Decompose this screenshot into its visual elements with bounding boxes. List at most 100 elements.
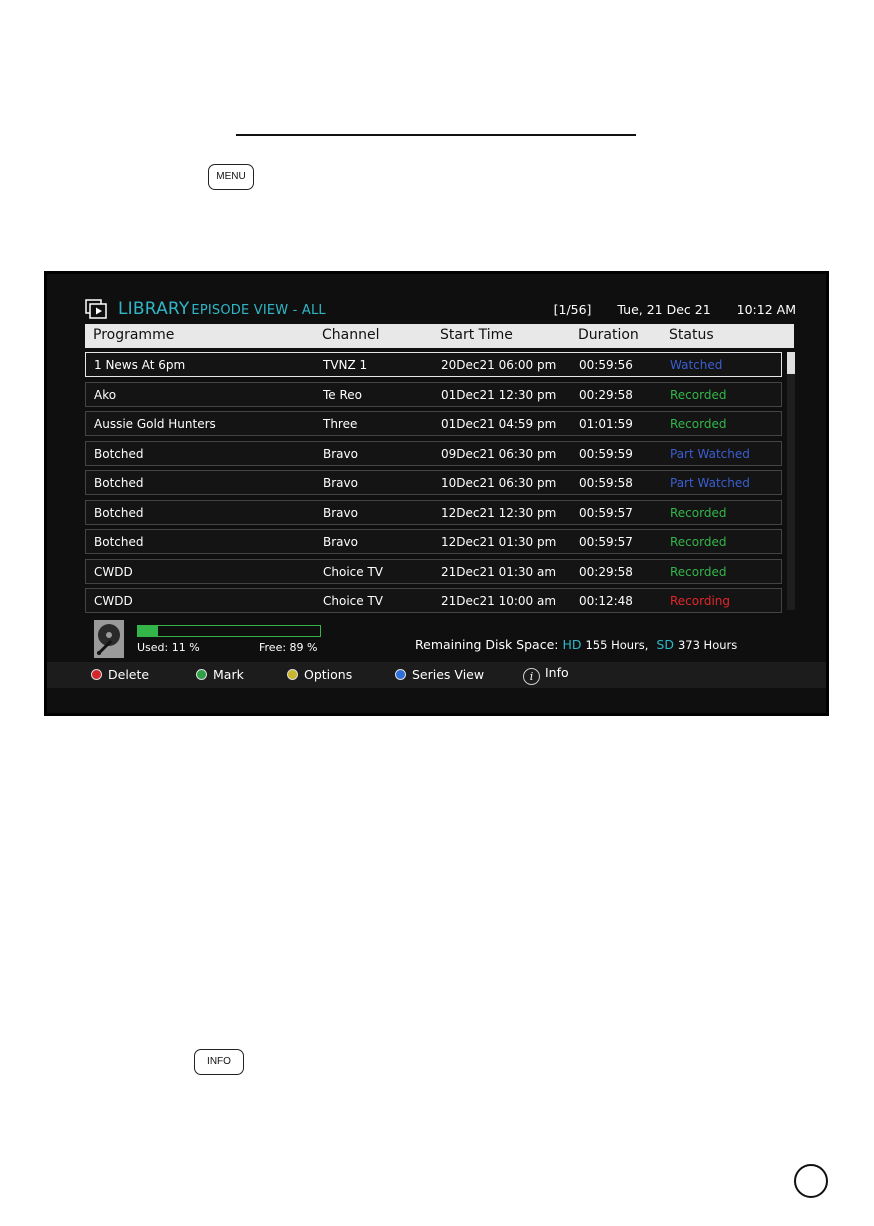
table-row[interactable]: Botched Bravo 10Dec21 06:30 pm 00:59:58 … — [85, 470, 782, 495]
row-channel: Bravo — [323, 535, 358, 549]
table-row[interactable]: 1 News At 6pm TVNZ 1 20Dec21 06:00 pm 00… — [85, 352, 782, 377]
library-title-text: LIBRARY — [118, 299, 190, 319]
row-status: Part Watched — [670, 476, 750, 490]
options-label: Options — [304, 667, 353, 682]
row-duration: 00:59:57 — [579, 505, 633, 520]
blue-button-icon — [395, 669, 406, 680]
row-start: 12Dec21 01:30 pm — [441, 535, 557, 549]
library-title: LIBRARY EPISODE VIEW - ALL — [118, 299, 326, 319]
options-action[interactable]: Options — [287, 667, 352, 682]
disk-used-label: Used: 11 % — [137, 641, 200, 654]
info-icon: i — [523, 668, 540, 685]
delete-action[interactable]: Delete — [91, 667, 149, 682]
screen-header: LIBRARY EPISODE VIEW - ALL [1/56] Tue, 21… — [85, 299, 796, 321]
col-status: Status — [669, 327, 714, 343]
row-programme: Botched — [94, 535, 144, 549]
row-start: 01Dec21 12:30 pm — [441, 387, 557, 402]
col-channel: Channel — [322, 327, 380, 343]
row-programme: Botched — [94, 476, 144, 490]
col-start-time: Start Time — [440, 327, 513, 343]
delete-label: Delete — [108, 667, 150, 682]
row-duration: 00:29:58 — [579, 564, 633, 579]
row-channel: Bravo — [323, 505, 358, 520]
row-programme: CWDD — [94, 594, 133, 608]
row-duration: 01:01:59 — [579, 417, 633, 431]
red-button-icon — [91, 669, 102, 680]
row-duration: 00:59:59 — [579, 446, 633, 461]
row-start: 21Dec21 10:00 am — [441, 594, 557, 608]
disk-free-label: Free: 89 % — [259, 641, 318, 654]
row-programme: Botched — [94, 505, 144, 520]
row-channel: Choice TV — [323, 564, 383, 579]
info-key-button: INFO — [194, 1049, 244, 1075]
sd-tag: SD — [656, 637, 674, 652]
tv-screen: LIBRARY EPISODE VIEW - ALL [1/56] Tue, 21… — [44, 271, 829, 716]
hd-value: 155 Hours, — [585, 638, 649, 652]
row-start: 10Dec21 06:30 pm — [441, 476, 557, 490]
series-view-action[interactable]: Series View — [395, 667, 484, 682]
row-status: Recording — [670, 594, 731, 608]
row-duration: 00:59:58 — [579, 476, 633, 490]
green-button-icon — [196, 669, 207, 680]
menu-key-button: MENU — [208, 164, 254, 190]
remaining-label: Remaining Disk Space: — [415, 637, 559, 652]
row-start: 09Dec21 06:30 pm — [441, 446, 557, 461]
scroll-thumb[interactable] — [787, 352, 795, 374]
table-row[interactable]: CWDD Choice TV 21Dec21 01:30 am 00:29:58… — [85, 558, 782, 584]
mark-action[interactable]: Mark — [196, 667, 244, 682]
list-scrollbar[interactable] — [787, 352, 795, 610]
disk-usage-bar — [137, 625, 321, 637]
disk-usage-fill — [138, 626, 159, 636]
row-programme: Botched — [94, 446, 144, 461]
hd-tag: HD — [562, 637, 582, 652]
table-row[interactable]: Aussie Gold Hunters Three 01Dec21 04:59 … — [85, 411, 782, 436]
row-channel: Choice TV — [323, 594, 383, 608]
page-number-circle — [794, 1164, 828, 1198]
table-row[interactable]: Botched Bravo 09Dec21 06:30 pm 00:59:59 … — [85, 440, 782, 466]
table-row[interactable]: Botched Bravo 12Dec21 01:30 pm 00:59:57 … — [85, 529, 782, 554]
row-status: Recorded — [670, 387, 727, 402]
header-info: [1/56] Tue, 21 Dec 21 10:12 AM — [532, 302, 796, 317]
document-divider — [236, 134, 636, 136]
yellow-button-icon — [287, 669, 298, 680]
row-duration: 00:59:56 — [579, 358, 633, 372]
series-view-label: Series View — [412, 667, 485, 682]
row-start: 01Dec21 04:59 pm — [441, 417, 557, 431]
row-programme: Aussie Gold Hunters — [94, 417, 216, 431]
row-status: Recorded — [670, 535, 727, 549]
hard-disk-icon — [94, 620, 124, 658]
table-row[interactable]: Ako Te Reo 01Dec21 12:30 pm 00:29:58 Rec… — [85, 381, 782, 407]
row-programme: CWDD — [94, 564, 133, 579]
table-row[interactable]: Botched Bravo 12Dec21 12:30 pm 00:59:57 … — [85, 499, 782, 525]
row-status: Recorded — [670, 417, 727, 431]
action-footer: Delete Mark Options Series View i Info — [47, 662, 826, 688]
library-icon — [85, 299, 107, 319]
row-start: 12Dec21 12:30 pm — [441, 505, 557, 520]
row-programme: Ako — [94, 387, 117, 402]
row-channel: TVNZ 1 — [323, 358, 368, 372]
row-channel: Bravo — [323, 476, 358, 490]
row-channel: Te Reo — [323, 387, 363, 402]
column-header: Programme Channel Start Time Duration St… — [85, 324, 794, 348]
mark-label: Mark — [213, 667, 244, 682]
row-channel: Three — [323, 417, 358, 431]
recording-list: 1 News At 6pm TVNZ 1 20Dec21 06:00 pm 00… — [85, 352, 782, 618]
row-channel: Bravo — [323, 446, 358, 461]
row-status: Recorded — [670, 564, 727, 579]
remaining-disk-space: Remaining Disk Space: HD 155 Hours, SD 3… — [415, 637, 737, 652]
row-duration: 00:59:57 — [579, 535, 633, 549]
row-start: 21Dec21 01:30 am — [441, 564, 557, 579]
col-duration: Duration — [578, 327, 639, 343]
col-programme: Programme — [93, 327, 175, 343]
header-time: 10:12 AM — [736, 302, 796, 317]
row-status: Part Watched — [670, 446, 750, 461]
row-status: Watched — [670, 358, 723, 372]
info-action[interactable]: i Info — [523, 665, 569, 685]
header-date: Tue, 21 Dec 21 — [617, 302, 711, 317]
info-label: Info — [545, 665, 569, 680]
view-subtitle: EPISODE VIEW - ALL — [191, 303, 326, 318]
row-duration: 00:12:48 — [579, 594, 633, 608]
table-row[interactable]: CWDD Choice TV 21Dec21 10:00 am 00:12:48… — [85, 588, 782, 613]
row-start: 20Dec21 06:00 pm — [441, 358, 557, 372]
row-programme: 1 News At 6pm — [94, 358, 186, 372]
